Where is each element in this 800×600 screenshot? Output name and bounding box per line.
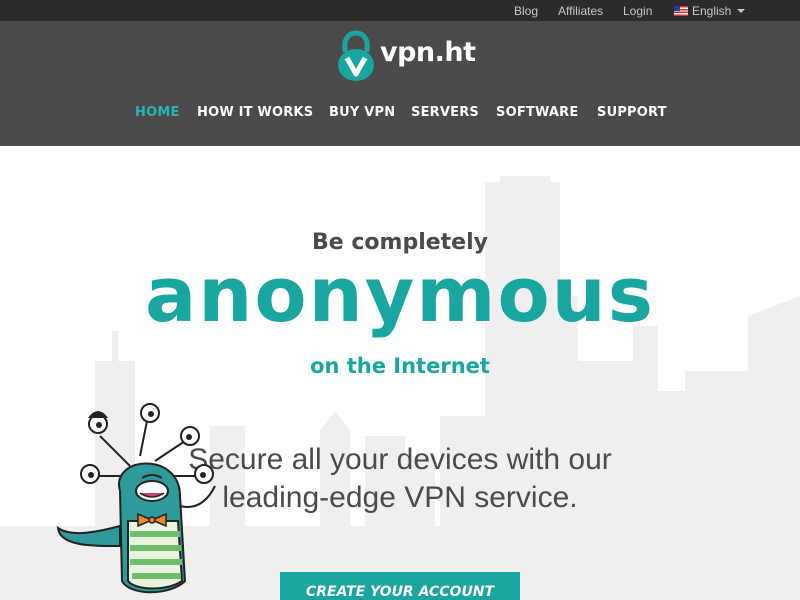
hero-section: Be completely anonymous on the Internet … xyxy=(0,146,800,600)
padlock-logo-icon xyxy=(338,30,374,81)
create-account-button[interactable]: CREATE YOUR ACCOUNT xyxy=(280,572,520,600)
blog-link[interactable]: Blog xyxy=(514,4,538,18)
brand-logo[interactable]: vpn.ht xyxy=(336,30,476,82)
hero-heading-line3: on the Internet xyxy=(310,354,490,378)
main-nav: HOME HOW IT WORKS BUY VPN SERVERS SOFTWA… xyxy=(0,105,800,125)
us-flag-icon xyxy=(674,6,688,16)
caret-down-icon xyxy=(737,9,746,13)
login-link[interactable]: Login xyxy=(623,4,652,18)
hero-heading-anonymous: anonymous xyxy=(145,250,655,339)
nav-buy-vpn[interactable]: BUY VPN xyxy=(329,105,395,120)
site-header: vpn.ht HOME HOW IT WORKS BUY VPN SERVERS… xyxy=(0,21,800,146)
brand-name: vpn.ht xyxy=(380,37,476,68)
language-label: English xyxy=(692,4,732,18)
monster-mascot-illustration xyxy=(56,403,216,594)
top-utility-bar: Blog Affiliates Login English xyxy=(0,0,800,21)
nav-support[interactable]: SUPPORT xyxy=(597,105,667,120)
nav-how-it-works[interactable]: HOW IT WORKS xyxy=(197,105,313,120)
affiliates-link[interactable]: Affiliates xyxy=(558,4,603,18)
nav-servers[interactable]: SERVERS xyxy=(411,105,479,120)
language-selector[interactable]: English xyxy=(674,4,746,18)
nav-home[interactable]: HOME xyxy=(135,105,180,120)
nav-software[interactable]: SOFTWARE xyxy=(496,105,578,120)
